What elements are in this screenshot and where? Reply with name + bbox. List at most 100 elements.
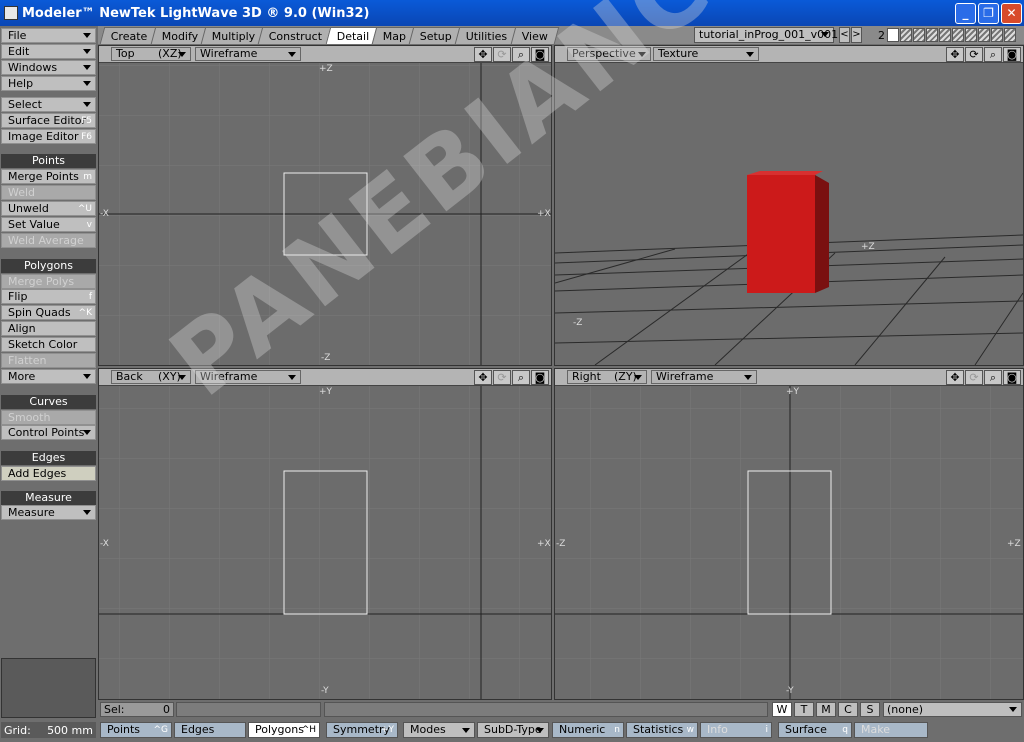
tab-view[interactable]: View (510, 27, 560, 44)
rotate-icon[interactable]: ⟳ (493, 47, 511, 62)
layer-slot[interactable] (965, 28, 977, 42)
layer-slot[interactable] (887, 28, 899, 42)
axis-label: -X (100, 209, 109, 219)
view-type-select[interactable]: Back (XY) (111, 370, 191, 384)
tab-multiply[interactable]: Multiply (200, 27, 267, 44)
smooth-button[interactable]: Smooth (1, 410, 96, 425)
move-icon[interactable]: ✥ (474, 47, 492, 62)
maximize-icon[interactable]: ◙ (531, 47, 549, 62)
tab-utilities[interactable]: Utilities (455, 27, 520, 44)
zoom-icon[interactable]: ⌕ (512, 47, 530, 62)
layer-slot[interactable] (913, 28, 925, 42)
weld-button[interactable]: Weld (1, 185, 96, 200)
tab-create[interactable]: Create (99, 27, 159, 44)
viewport-canvas[interactable]: +Y -Y -Z +Z (555, 386, 1023, 699)
color-map-button[interactable]: C (838, 702, 858, 717)
edit-menu[interactable]: Edit (1, 44, 96, 59)
next-layer-button[interactable]: > (851, 27, 862, 43)
move-icon[interactable]: ✥ (946, 370, 964, 385)
spin-quads-button[interactable]: Spin Quads ^K (1, 305, 96, 320)
viewport-controls: ✥ ⟳ ⌕ ◙ (945, 370, 1021, 385)
morph-map-button[interactable]: M (816, 702, 836, 717)
sketch-color-button[interactable]: Sketch Color (1, 337, 96, 352)
view-type-select[interactable]: Top (XZ) (111, 47, 191, 61)
more-menu[interactable]: More (1, 369, 96, 384)
merge-polys-button[interactable]: Merge Polys (1, 274, 96, 289)
help-menu[interactable]: Help (1, 76, 96, 91)
minimize-button[interactable]: _ (955, 2, 976, 24)
render-mode-select[interactable]: Wireframe (651, 370, 757, 384)
vmap-select[interactable]: (none) (883, 702, 1022, 717)
layer-slot[interactable] (991, 28, 1003, 42)
layer-slot[interactable] (900, 28, 912, 42)
weight-map-button[interactable]: W (772, 702, 792, 717)
zoom-icon[interactable]: ⌕ (984, 370, 1002, 385)
viewport-controls: ✥ ⟳ ⌕ ◙ (473, 370, 549, 385)
maximize-button[interactable]: ❐ (978, 2, 999, 24)
weld-average-button[interactable]: Weld Average (1, 233, 96, 248)
info-button[interactable]: Info i (700, 722, 772, 738)
viewport-perspective[interactable]: Perspective Texture ✥ ⟳ ⌕ ◙ +Z -Z (554, 45, 1024, 366)
viewport-right[interactable]: Right (ZY) Wireframe ✥ ⟳ ⌕ ◙ +Y -Y -Z +Z (554, 368, 1024, 700)
view-type-select[interactable]: Perspective (567, 47, 651, 61)
selection-set-button[interactable]: S (860, 702, 880, 717)
maximize-icon[interactable]: ◙ (1003, 370, 1021, 385)
control-points-menu[interactable]: Control Points (1, 425, 96, 440)
tab-construct[interactable]: Construct (258, 27, 335, 44)
symmetry-button[interactable]: Symmetry +Y (326, 722, 398, 738)
make-button[interactable]: Make (854, 722, 928, 738)
flatten-button[interactable]: Flatten (1, 353, 96, 368)
render-mode-select[interactable]: Texture (653, 47, 759, 61)
surface-button[interactable]: Surface q (778, 722, 852, 738)
maximize-icon[interactable]: ◙ (1003, 47, 1021, 62)
viewport-canvas[interactable]: +Y -Y -X +X (99, 386, 551, 699)
zoom-icon[interactable]: ⌕ (512, 370, 530, 385)
rotate-icon[interactable]: ⟳ (965, 47, 983, 62)
measure-menu[interactable]: Measure (1, 505, 96, 520)
viewport-canvas[interactable]: +Z -Z -X +X (99, 63, 551, 365)
texture-map-button[interactable]: T (794, 702, 814, 717)
layer-slot[interactable] (952, 28, 964, 42)
tab-label: Construct (269, 29, 323, 43)
rotate-icon[interactable]: ⟳ (965, 370, 983, 385)
render-mode-label: Wireframe (200, 47, 258, 60)
file-menu[interactable]: File (1, 28, 96, 43)
viewport-canvas[interactable]: +Z -Z (555, 63, 1023, 365)
select-menu[interactable]: Select (1, 97, 96, 112)
perspective-scene (555, 171, 1023, 365)
windows-menu[interactable]: Windows (1, 60, 96, 75)
prev-layer-button[interactable]: < (839, 27, 850, 43)
rotate-icon[interactable]: ⟳ (493, 370, 511, 385)
unweld-button[interactable]: Unweld ^U (1, 201, 96, 216)
document-select[interactable]: tutorial_inProg_001_v001 (694, 27, 838, 43)
surface-editor-button[interactable]: Surface Editor F5 (1, 113, 96, 128)
layer-slot[interactable] (1004, 28, 1016, 42)
viewport-top[interactable]: Top (XZ) Wireframe ✥ ⟳ ⌕ ◙ +Z -Z -X +X (98, 45, 552, 366)
numeric-button[interactable]: Numeric n (552, 722, 624, 738)
add-edges-button[interactable]: Add Edges (1, 466, 96, 481)
zoom-icon[interactable]: ⌕ (984, 47, 1002, 62)
modes-menu[interactable]: Modes (403, 722, 475, 738)
flip-button[interactable]: Flip f (1, 289, 96, 304)
viewport-back[interactable]: Back (XY) Wireframe ✥ ⟳ ⌕ ◙ +Y -Y -X +X (98, 368, 552, 700)
render-mode-select[interactable]: Wireframe (195, 47, 301, 61)
statistics-button[interactable]: Statistics w (626, 722, 698, 738)
points-mode-button[interactable]: Points ^G (100, 722, 172, 738)
layer-slot[interactable] (978, 28, 990, 42)
maximize-icon[interactable]: ◙ (531, 370, 549, 385)
set-value-button[interactable]: Set Value v (1, 217, 96, 232)
layer-slot[interactable] (939, 28, 951, 42)
close-button[interactable]: ✕ (1001, 2, 1022, 24)
align-button[interactable]: Align (1, 321, 96, 336)
image-editor-button[interactable]: Image Editor F6 (1, 129, 96, 144)
shortcut-label: F5 (81, 115, 92, 126)
subd-type-menu[interactable]: SubD-Type (477, 722, 549, 738)
layer-slot[interactable] (926, 28, 938, 42)
move-icon[interactable]: ✥ (946, 47, 964, 62)
view-type-select[interactable]: Right (ZY) (567, 370, 647, 384)
move-icon[interactable]: ✥ (474, 370, 492, 385)
render-mode-select[interactable]: Wireframe (195, 370, 301, 384)
edges-mode-button[interactable]: Edges (174, 722, 246, 738)
merge-points-button[interactable]: Merge Points m (1, 169, 96, 184)
polygons-mode-button[interactable]: Polygons ^H (248, 722, 320, 738)
